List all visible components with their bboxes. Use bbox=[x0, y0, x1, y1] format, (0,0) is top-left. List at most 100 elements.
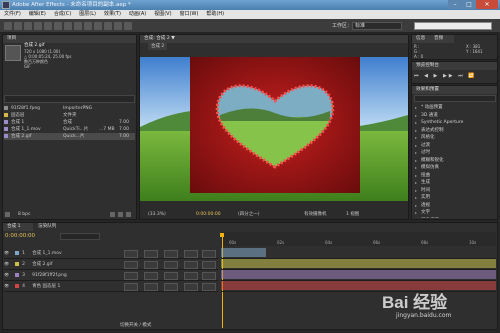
effects-category[interactable]: * 动画预置 bbox=[413, 104, 497, 112]
effects-category[interactable]: 文字 bbox=[413, 209, 497, 217]
new-comp-icon[interactable] bbox=[118, 212, 123, 217]
help-search-input[interactable] bbox=[414, 22, 492, 30]
effects-category[interactable]: 扭曲 bbox=[413, 172, 497, 180]
layer-switch[interactable] bbox=[124, 250, 138, 258]
brush-tool-icon[interactable] bbox=[94, 22, 102, 30]
layer-switch[interactable] bbox=[184, 250, 198, 258]
layer-switch[interactable] bbox=[144, 283, 158, 291]
comp-viewer[interactable] bbox=[140, 57, 408, 201]
effects-search-input[interactable] bbox=[414, 95, 496, 102]
timeline-timecode[interactable]: 0:00:00:00 bbox=[5, 233, 35, 240]
visibility-eye-icon[interactable]: 👁 bbox=[4, 261, 9, 266]
comp-timecode[interactable]: 0:00:00:00 bbox=[196, 211, 221, 218]
preview-controls[interactable]: ⏮ ◀ ▶ ▶▶ ⏭ 🔁 bbox=[414, 72, 496, 80]
effects-tab[interactable]: 效果和预置 bbox=[412, 86, 497, 94]
layer-switch[interactable] bbox=[144, 261, 158, 269]
puppet-tool-icon[interactable] bbox=[124, 22, 132, 30]
layer-switch[interactable] bbox=[184, 272, 198, 280]
layer-switch[interactable] bbox=[202, 283, 216, 291]
project-tab[interactable]: 项目 bbox=[3, 35, 136, 43]
layer-switch[interactable] bbox=[144, 250, 158, 258]
menu-item[interactable]: 帮助(H) bbox=[202, 10, 228, 19]
effects-category[interactable]: 风格化 bbox=[413, 134, 497, 142]
interpret-footage-icon[interactable] bbox=[5, 212, 10, 217]
workspace-select[interactable]: 标准 bbox=[352, 22, 402, 30]
comp-breadcrumb[interactable]: 合成 2 bbox=[148, 43, 168, 50]
comp-tab[interactable]: 合成: 合成 2 ▼ bbox=[140, 35, 408, 43]
layer-switch[interactable] bbox=[202, 261, 216, 269]
clone-tool-icon[interactable] bbox=[104, 22, 112, 30]
layer-label-color[interactable] bbox=[15, 250, 20, 255]
project-item[interactable]: 固态层 文件夹 bbox=[4, 112, 135, 119]
pan-behind-tool-icon[interactable] bbox=[54, 22, 62, 30]
effects-category[interactable]: Synthetic Aperture bbox=[413, 119, 497, 127]
camera-tool-icon[interactable] bbox=[44, 22, 52, 30]
pen-tool-icon[interactable] bbox=[74, 22, 82, 30]
layer-switch[interactable] bbox=[184, 261, 198, 269]
layer-name[interactable]: 91f28f1ff2f.png bbox=[32, 273, 67, 278]
layer-switch[interactable] bbox=[124, 272, 138, 280]
bpc-label[interactable]: 8 bpc bbox=[18, 211, 30, 218]
layer-switch[interactable] bbox=[164, 283, 178, 291]
layer-switch[interactable] bbox=[124, 283, 138, 291]
layer-switch[interactable] bbox=[202, 272, 216, 280]
eraser-tool-icon[interactable] bbox=[114, 22, 122, 30]
menu-item[interactable]: 视图(V) bbox=[150, 10, 175, 19]
layer-label-color[interactable] bbox=[15, 272, 20, 277]
timeline-search-input[interactable] bbox=[60, 233, 100, 240]
timeline-tab-comp1[interactable]: 合成 1 bbox=[3, 223, 33, 231]
menu-item[interactable]: 窗口(W) bbox=[176, 10, 203, 19]
layer-track-bar[interactable] bbox=[221, 248, 496, 259]
effects-category[interactable]: 过时 bbox=[413, 149, 497, 157]
resolution-select[interactable]: (四分之一) bbox=[238, 211, 260, 218]
layer-label-color[interactable] bbox=[15, 261, 20, 266]
layer-track-bar[interactable] bbox=[221, 259, 496, 270]
zoom-select[interactable]: (33.3%) bbox=[148, 211, 166, 218]
layer-switch[interactable] bbox=[184, 283, 198, 291]
effects-category[interactable]: 过渡 bbox=[413, 142, 497, 150]
effects-category[interactable]: 颜色校正 bbox=[413, 217, 497, 219]
toggle-switches-modes[interactable]: 切换开关 / 模式 bbox=[120, 322, 151, 329]
mask-tool-icon[interactable] bbox=[64, 22, 72, 30]
hand-tool-icon[interactable] bbox=[14, 22, 22, 30]
zoom-tool-icon[interactable] bbox=[24, 22, 32, 30]
layer-switch[interactable] bbox=[164, 250, 178, 258]
menu-item[interactable]: 动画(A) bbox=[125, 10, 150, 19]
layer-track-bar[interactable] bbox=[221, 281, 496, 292]
project-search-input[interactable] bbox=[4, 95, 135, 103]
menu-item[interactable]: 效果(T) bbox=[100, 10, 125, 19]
layer-switch[interactable] bbox=[144, 272, 158, 280]
layer-row[interactable]: 👁 4 青色 固态层 1 bbox=[4, 281, 218, 292]
audio-tab[interactable]: 音频 bbox=[430, 35, 454, 43]
visibility-eye-icon[interactable]: 👁 bbox=[4, 272, 9, 277]
layer-row[interactable]: 👁 3 91f28f1ff2f.png bbox=[4, 270, 218, 281]
effects-category[interactable]: 生成 bbox=[413, 179, 497, 187]
layer-switch[interactable] bbox=[202, 250, 216, 258]
layer-switch[interactable] bbox=[164, 261, 178, 269]
menu-item[interactable]: 合成(C) bbox=[50, 10, 75, 19]
effects-category[interactable]: 时间 bbox=[413, 187, 497, 195]
project-item[interactable]: 合成 2.gif Quick...片 7.00 bbox=[4, 133, 135, 140]
selection-tool-icon[interactable] bbox=[4, 22, 12, 30]
menu-item[interactable]: 编辑(E) bbox=[25, 10, 50, 19]
layer-name[interactable]: 合成 2.gif bbox=[32, 262, 52, 267]
layer-name[interactable]: 青色 固态层 1 bbox=[32, 284, 60, 289]
menu-item[interactable]: 文件(F) bbox=[0, 10, 25, 19]
project-item[interactable]: 91f28f1.fpeg ImporterPNG bbox=[4, 105, 135, 112]
layer-label-color[interactable] bbox=[15, 283, 20, 288]
text-tool-icon[interactable] bbox=[84, 22, 92, 30]
close-button[interactable]: ✕ bbox=[476, 0, 498, 9]
project-item[interactable]: 合成 1 合成 7.00 bbox=[4, 119, 135, 126]
view-layout-select[interactable]: 1 视图 bbox=[346, 211, 359, 218]
effects-category[interactable]: 表达式控制 bbox=[413, 127, 497, 135]
effects-category[interactable]: 实用 bbox=[413, 194, 497, 202]
timeline-tab-render-queue[interactable]: 渲染队列 bbox=[34, 223, 64, 231]
effects-category[interactable]: 模糊和锐化 bbox=[413, 157, 497, 165]
new-folder-icon[interactable] bbox=[110, 212, 115, 217]
visibility-eye-icon[interactable]: 👁 bbox=[4, 250, 9, 255]
layer-switch[interactable] bbox=[164, 272, 178, 280]
project-item[interactable]: 合成 1_1.mov QuickTi...片 ...7 MB 7.00 bbox=[4, 126, 135, 133]
effects-category[interactable]: 3D 通道 bbox=[413, 112, 497, 120]
effects-category[interactable]: 模拟仿真 bbox=[413, 164, 497, 172]
effects-category[interactable]: 透视 bbox=[413, 202, 497, 210]
